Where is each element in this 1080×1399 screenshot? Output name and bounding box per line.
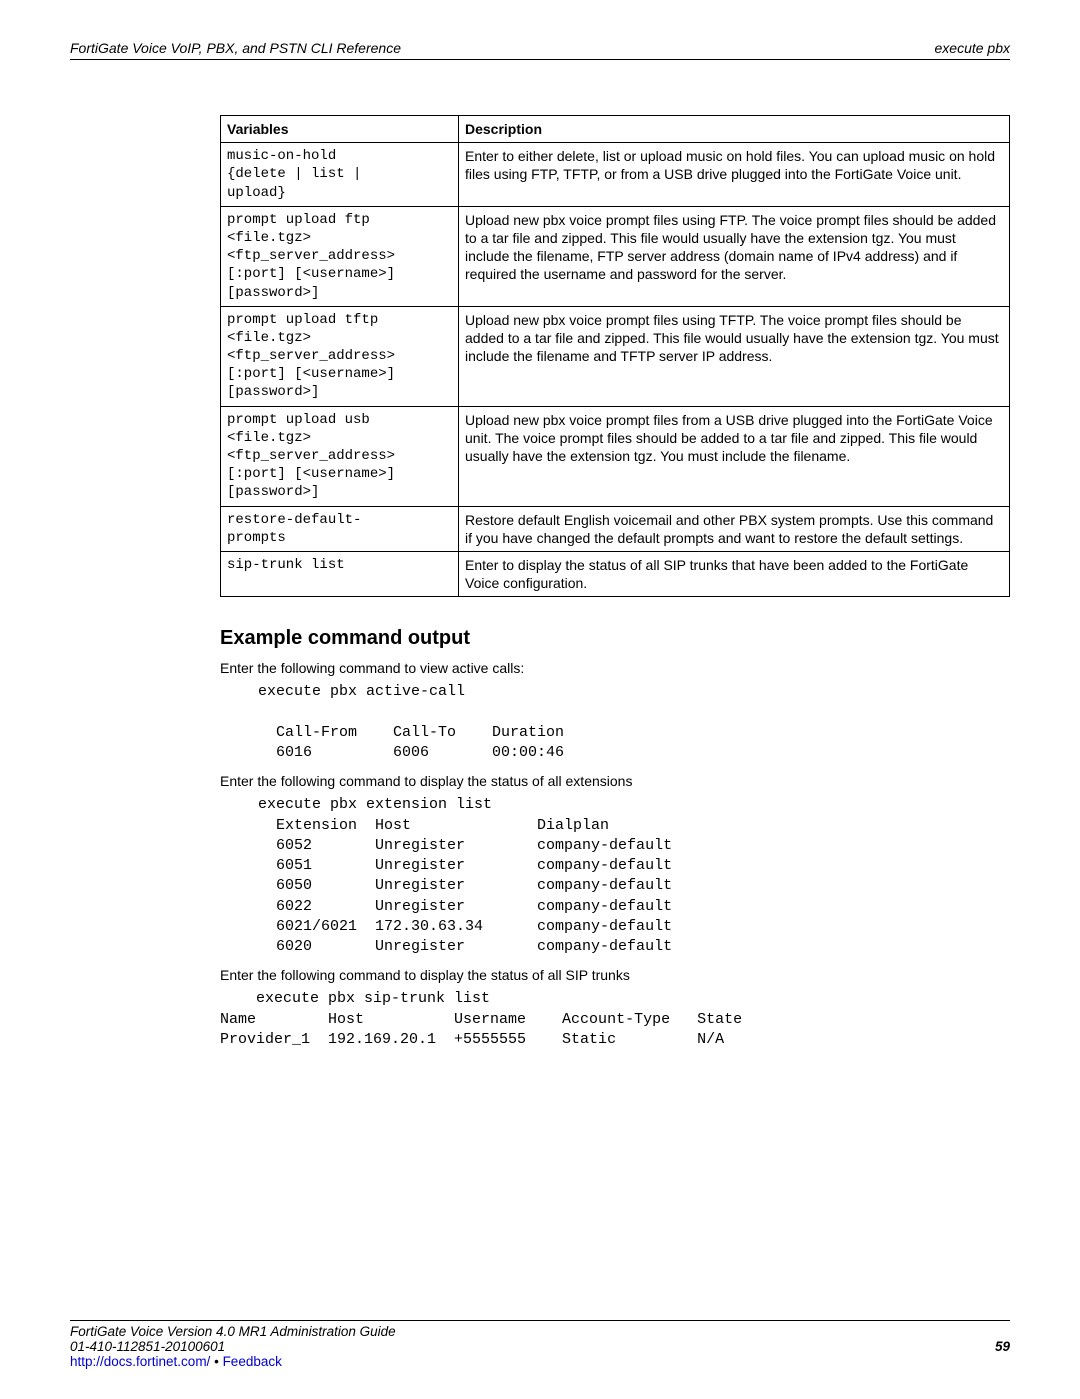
cell-desc: Enter to either delete, list or upload m… (459, 143, 1010, 207)
intro-sip-trunks: Enter the following command to display t… (220, 967, 1010, 983)
cell-desc: Upload new pbx voice prompt files from a… (459, 406, 1010, 506)
cell-var: sip-trunk list (221, 551, 459, 596)
cell-desc: Restore default English voicemail and ot… (459, 506, 1010, 551)
intro-active-calls: Enter the following command to view acti… (220, 660, 1010, 676)
table-row: prompt upload ftp <file.tgz> <ftp_server… (221, 206, 1010, 306)
header-right: execute pbx (935, 40, 1011, 56)
footer-line1: FortiGate Voice Version 4.0 MR1 Administ… (70, 1324, 1010, 1339)
page-number: 59 (995, 1339, 1010, 1354)
cell-var: prompt upload usb <file.tgz> <ftp_server… (221, 406, 459, 506)
cell-desc: Upload new pbx voice prompt files using … (459, 206, 1010, 306)
page-footer: FortiGate Voice Version 4.0 MR1 Administ… (70, 1320, 1010, 1369)
code-sip-trunks: execute pbx sip-trunk list Name Host Use… (220, 989, 1010, 1050)
footer-feedback-link[interactable]: Feedback (223, 1354, 282, 1369)
table-row: restore-default- prompts Restore default… (221, 506, 1010, 551)
cell-desc: Upload new pbx voice prompt files using … (459, 306, 1010, 406)
table-row: music-on-hold {delete | list | upload} E… (221, 143, 1010, 207)
cell-var: music-on-hold {delete | list | upload} (221, 143, 459, 207)
page-content: Variables Description music-on-hold {del… (220, 115, 1010, 1050)
code-active-calls: execute pbx active-call Call-From Call-T… (258, 682, 1010, 763)
footer-bullet: • (210, 1354, 222, 1369)
page-header: FortiGate Voice VoIP, PBX, and PSTN CLI … (70, 40, 1010, 60)
cell-desc: Enter to display the status of all SIP t… (459, 551, 1010, 596)
cell-var: prompt upload ftp <file.tgz> <ftp_server… (221, 206, 459, 306)
code-extensions: execute pbx extension list Extension Hos… (258, 795, 1010, 957)
intro-extensions: Enter the following command to display t… (220, 773, 1010, 789)
cell-var: restore-default- prompts (221, 506, 459, 551)
th-description: Description (459, 116, 1010, 143)
table-row: sip-trunk list Enter to display the stat… (221, 551, 1010, 596)
header-left: FortiGate Voice VoIP, PBX, and PSTN CLI … (70, 40, 401, 56)
variables-table: Variables Description music-on-hold {del… (220, 115, 1010, 597)
section-heading: Example command output (220, 627, 1010, 650)
footer-docs-link[interactable]: http://docs.fortinet.com/ (70, 1354, 210, 1369)
cell-var: prompt upload tftp <file.tgz> <ftp_serve… (221, 306, 459, 406)
footer-line2: 01-410-112851-20100601 (70, 1339, 1010, 1354)
th-variables: Variables (221, 116, 459, 143)
table-row: prompt upload tftp <file.tgz> <ftp_serve… (221, 306, 1010, 406)
table-row: prompt upload usb <file.tgz> <ftp_server… (221, 406, 1010, 506)
